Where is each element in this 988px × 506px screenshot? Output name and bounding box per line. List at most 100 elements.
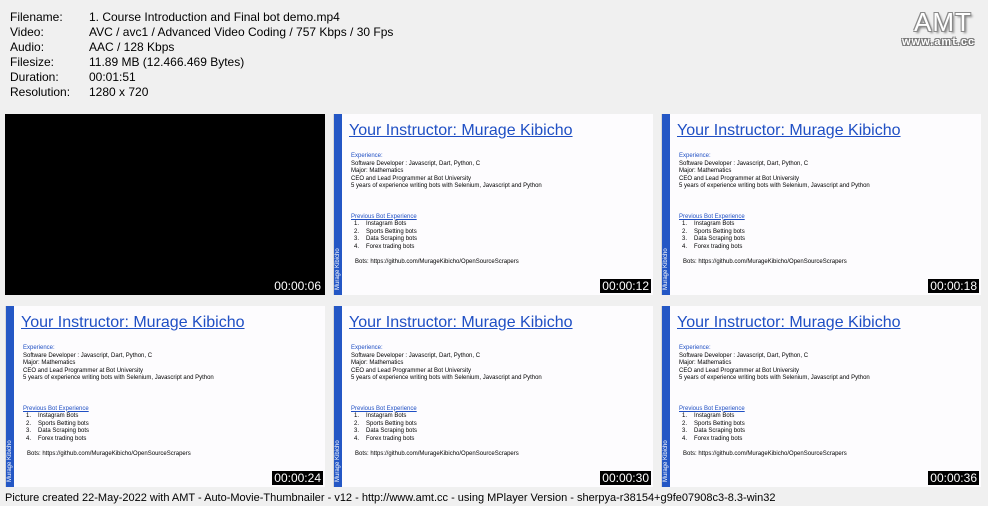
- list-number: 2.: [682, 228, 688, 235]
- list-item: 2. Sports Betting bots: [679, 229, 870, 237]
- list-item: 1. Instagram Bots: [679, 221, 870, 229]
- experience-line: 5 years of experience writing bots with …: [23, 375, 214, 381]
- list-number: 4.: [682, 435, 688, 442]
- list-item: 4. Forex trading bots: [679, 244, 870, 252]
- list-item: 2. Sports Betting bots: [351, 229, 542, 237]
- bots-link-text: Bots: https://github.com/MurageKibicho/O…: [683, 259, 847, 265]
- list-label: Sports Betting bots: [694, 420, 745, 427]
- slide-body: Experience: Software Developer : Javascr…: [23, 345, 214, 459]
- previous-bots-heading: Previous Bot Experience: [351, 213, 417, 220]
- timestamp-label: 00:00:18: [928, 279, 979, 293]
- list-label: Forex trading bots: [366, 243, 415, 250]
- footer-caption: Picture created 22-May-2022 with AMT - A…: [5, 492, 776, 504]
- list-number: 1.: [354, 413, 360, 419]
- previous-bots-heading: Previous Bot Experience: [23, 405, 89, 412]
- timestamp-label: 00:00:36: [928, 471, 979, 485]
- info-row-duration: Duration: 00:01:51: [10, 70, 393, 85]
- experience-line: 5 years of experience writing bots with …: [351, 183, 542, 189]
- list-item: 4. Forex trading bots: [23, 436, 214, 444]
- sidebar-label: Murage Kibicho: [335, 440, 341, 482]
- experience-line: CEO and Lead Programmer at Bot Universit…: [351, 367, 472, 374]
- previous-bots-heading: Previous Bot Experience: [679, 213, 745, 220]
- list-label: Sports Betting bots: [38, 420, 89, 427]
- list-item: 3. Data Scraping bots: [351, 236, 542, 244]
- list-label: Forex trading bots: [366, 435, 415, 442]
- slide-title: Your Instructor: Murage Kibicho: [21, 314, 245, 331]
- list-item: 1. Instagram Bots: [351, 413, 542, 421]
- logo-url-text: www.amt.cc: [902, 36, 976, 48]
- info-value: 00:01:51: [89, 70, 136, 84]
- experience-line: 5 years of experience writing bots with …: [679, 375, 870, 381]
- info-key: Filesize:: [10, 55, 55, 69]
- sidebar-label: Murage Kibicho: [663, 440, 669, 482]
- list-number: 3.: [682, 428, 688, 434]
- list-number: 2.: [26, 420, 32, 427]
- info-key: Audio:: [10, 40, 45, 54]
- list-number: 3.: [354, 236, 360, 242]
- video-thumbnail[interactable]: 00:00:06: [5, 114, 325, 295]
- sidebar-label-wrap: Murage Kibicho: [662, 231, 671, 291]
- experience-heading: Experience:: [351, 345, 383, 351]
- bots-link-text: Bots: https://github.com/MurageKibicho/O…: [355, 259, 519, 265]
- experience-line: Software Developer : Javascript, Dart, P…: [679, 160, 809, 167]
- list-item: 4. Forex trading bots: [679, 436, 870, 444]
- info-row-video: Video: AVC / avc1 / Advanced Video Codin…: [10, 25, 393, 40]
- experience-heading: Experience:: [23, 345, 55, 351]
- list-item: 3. Data Scraping bots: [679, 428, 870, 436]
- sidebar-label-wrap: Murage Kibicho: [662, 423, 671, 483]
- list-item: 3. Data Scraping bots: [351, 428, 542, 436]
- bots-list: 1. Instagram Bots 2. Sports Betting bots 3…: [351, 221, 542, 251]
- info-key: Resolution:: [10, 85, 71, 99]
- list-number: 2.: [354, 228, 360, 235]
- timestamp-label: 00:00:24: [272, 471, 323, 485]
- info-key: Video:: [10, 25, 44, 39]
- experience-line: Major: Mathematics: [679, 168, 732, 174]
- list-item: 2. Sports Betting bots: [23, 421, 214, 429]
- list-label: Forex trading bots: [694, 243, 743, 250]
- list-label: Instagram Bots: [366, 413, 407, 419]
- logo-main-text: AMT: [914, 7, 972, 37]
- list-label: Data Scraping bots: [694, 236, 746, 242]
- list-item: 2. Sports Betting bots: [351, 421, 542, 429]
- list-number: 3.: [354, 428, 360, 434]
- experience-line: CEO and Lead Programmer at Bot Universit…: [23, 367, 144, 374]
- info-row-filesize: Filesize: 11.89 MB (12.466.469 Bytes): [10, 55, 393, 70]
- video-thumbnail[interactable]: Murage Kibicho Your Instructor: Murage K…: [5, 306, 325, 487]
- sidebar-label: Murage Kibicho: [663, 248, 669, 290]
- slide-body: Experience: Software Developer : Javascr…: [679, 153, 870, 267]
- experience-line: Software Developer : Javascript, Dart, P…: [351, 160, 481, 167]
- video-thumbnail[interactable]: Murage Kibicho Your Instructor: Murage K…: [661, 306, 981, 487]
- sidebar-label: Murage Kibicho: [335, 248, 341, 290]
- list-number: 1.: [354, 221, 360, 227]
- list-item: 1. Instagram Bots: [351, 221, 542, 229]
- bots-link-text: Bots: https://github.com/MurageKibicho/O…: [27, 451, 191, 457]
- list-number: 3.: [682, 236, 688, 242]
- timestamp-label: 00:00:30: [600, 471, 651, 485]
- info-value: 1. Course Introduction and Final bot dem…: [89, 10, 340, 24]
- info-key: Duration:: [10, 70, 59, 84]
- sidebar-label-wrap: Murage Kibicho: [334, 423, 343, 483]
- experience-heading: Experience:: [351, 153, 383, 159]
- list-item: 1. Instagram Bots: [679, 413, 870, 421]
- info-row-resolution: Resolution: 1280 x 720: [10, 85, 393, 100]
- list-label: Forex trading bots: [694, 435, 743, 442]
- info-value: 11.89 MB (12.466.469 Bytes): [89, 55, 245, 69]
- list-number: 4.: [26, 435, 32, 442]
- list-item: 2. Sports Betting bots: [679, 421, 870, 429]
- list-label: Sports Betting bots: [366, 228, 417, 235]
- video-thumbnail[interactable]: Murage Kibicho Your Instructor: Murage K…: [333, 306, 653, 487]
- list-item: 4. Forex trading bots: [351, 436, 542, 444]
- timestamp-label: 00:00:06: [272, 279, 323, 293]
- list-item: 3. Data Scraping bots: [679, 236, 870, 244]
- list-number: 1.: [682, 413, 688, 419]
- video-thumbnail[interactable]: Murage Kibicho Your Instructor: Murage K…: [333, 114, 653, 295]
- list-label: Sports Betting bots: [694, 228, 745, 235]
- experience-line: Software Developer : Javascript, Dart, P…: [679, 352, 809, 359]
- previous-bots-heading: Previous Bot Experience: [351, 405, 417, 412]
- list-number: 4.: [354, 435, 360, 442]
- amt-logo: AMT www.amt.cc: [902, 7, 974, 48]
- video-thumbnail[interactable]: Murage Kibicho Your Instructor: Murage K…: [661, 114, 981, 295]
- slide-body: Experience: Software Developer : Javascr…: [351, 153, 542, 267]
- previous-bots-heading: Previous Bot Experience: [679, 405, 745, 412]
- list-number: 1.: [682, 221, 688, 227]
